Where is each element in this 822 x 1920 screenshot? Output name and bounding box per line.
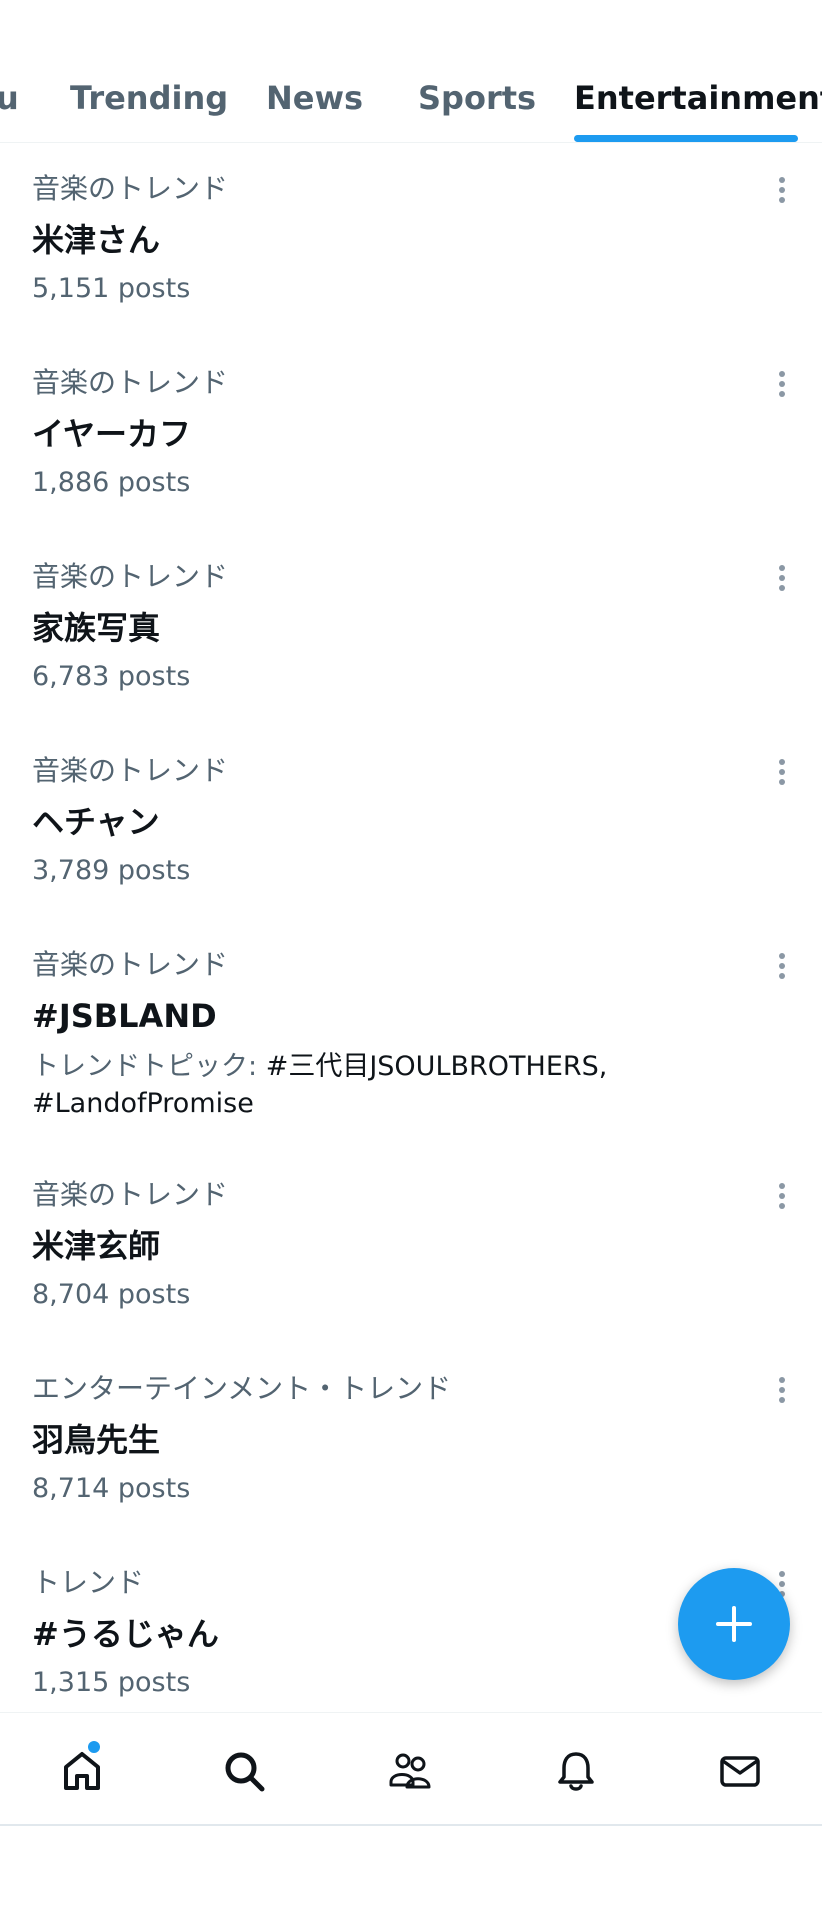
trend-topics: トレンドトピック: #三代目JSOULBROTHERS, #LandofProm… bbox=[32, 1048, 712, 1122]
home-icon bbox=[64, 1752, 100, 1790]
nav-home[interactable] bbox=[52, 1741, 112, 1801]
trend-item[interactable]: 音楽のトレンド イヤーカフ 1,886 posts bbox=[0, 364, 822, 514]
communities-icon bbox=[389, 1753, 431, 1789]
trend-post-count: 8,714 posts bbox=[32, 1473, 191, 1504]
active-tab-indicator bbox=[574, 135, 798, 142]
more-options-icon[interactable] bbox=[766, 558, 798, 598]
tab-for-you[interactable]: u bbox=[0, 76, 19, 120]
more-options-icon[interactable] bbox=[766, 1370, 798, 1410]
trend-category: トレンド bbox=[32, 1566, 145, 1599]
tab-trending[interactable]: Trending bbox=[70, 76, 228, 120]
tab-news[interactable]: News bbox=[266, 76, 363, 120]
trend-item[interactable]: 音楽のトレンド 家族写真 6,783 posts bbox=[0, 558, 822, 708]
trend-name: 米津玄師 bbox=[32, 1227, 161, 1265]
tab-entertainment[interactable]: Entertainment bbox=[574, 76, 822, 120]
trend-category: 音楽のトレンド bbox=[32, 366, 229, 399]
trend-item[interactable]: 音楽のトレンド 米津玄師 8,704 posts bbox=[0, 1176, 822, 1326]
trend-post-count: 1,315 posts bbox=[32, 1667, 191, 1698]
trend-item[interactable]: 音楽のトレンド ヘチャン 3,789 posts bbox=[0, 752, 822, 902]
trend-item[interactable]: エンターテインメント・トレンド 羽鳥先生 8,714 posts bbox=[0, 1370, 822, 1520]
more-options-icon[interactable] bbox=[766, 1176, 798, 1216]
compose-post-button[interactable] bbox=[678, 1568, 790, 1680]
trend-category: エンターテインメント・トレンド bbox=[32, 1372, 452, 1405]
trend-category: 音楽のトレンド bbox=[32, 560, 229, 593]
trend-name: 羽鳥先生 bbox=[32, 1421, 161, 1459]
notification-dot bbox=[88, 1741, 100, 1753]
nav-messages[interactable] bbox=[710, 1741, 770, 1801]
trend-topics-label: トレンドトピック: bbox=[32, 1051, 258, 1082]
trend-category: 音楽のトレンド bbox=[32, 172, 229, 205]
trend-name: #うるじゃん bbox=[32, 1615, 219, 1653]
trend-name: 米津さん bbox=[32, 221, 161, 259]
plus-icon bbox=[716, 1606, 752, 1642]
more-options-icon[interactable] bbox=[766, 752, 798, 792]
more-options-icon[interactable] bbox=[766, 364, 798, 404]
trend-name: ヘチャン bbox=[32, 803, 160, 841]
trend-name: 家族写真 bbox=[32, 609, 161, 647]
search-icon bbox=[225, 1752, 265, 1792]
trend-category: 音楽のトレンド bbox=[32, 754, 229, 787]
trend-name: イヤーカフ bbox=[32, 415, 192, 453]
bottom-navigation bbox=[0, 1712, 822, 1826]
trend-item[interactable]: 音楽のトレンド #JSBLAND トレンドトピック: #三代目JSOULBROT… bbox=[0, 946, 822, 1136]
trend-category: 音楽のトレンド bbox=[32, 948, 229, 981]
trend-post-count: 5,151 posts bbox=[32, 273, 191, 304]
trend-name: #JSBLAND bbox=[32, 997, 217, 1035]
trend-topic-tag[interactable]: #三代目JSOULBROTHERS, bbox=[266, 1051, 608, 1082]
trend-post-count: 3,789 posts bbox=[32, 855, 191, 886]
tab-sports[interactable]: Sports bbox=[418, 76, 536, 120]
nav-communities[interactable] bbox=[380, 1741, 440, 1801]
nav-search[interactable] bbox=[214, 1741, 274, 1801]
trend-post-count: 6,783 posts bbox=[32, 661, 191, 692]
trend-item[interactable]: 音楽のトレンド 米津さん 5,151 posts bbox=[0, 170, 822, 320]
more-options-icon[interactable] bbox=[766, 170, 798, 210]
explore-tabs: u Trending News Sports Entertainment bbox=[0, 0, 822, 143]
trend-topic-tag[interactable]: #LandofPromise bbox=[32, 1088, 254, 1119]
trend-post-count: 1,886 posts bbox=[32, 467, 191, 498]
nav-notifications[interactable] bbox=[546, 1741, 606, 1801]
trend-category: 音楽のトレンド bbox=[32, 1178, 229, 1211]
notifications-icon bbox=[558, 1752, 594, 1791]
messages-icon bbox=[720, 1756, 760, 1787]
trend-post-count: 8,704 posts bbox=[32, 1279, 191, 1310]
more-options-icon[interactable] bbox=[766, 946, 798, 986]
